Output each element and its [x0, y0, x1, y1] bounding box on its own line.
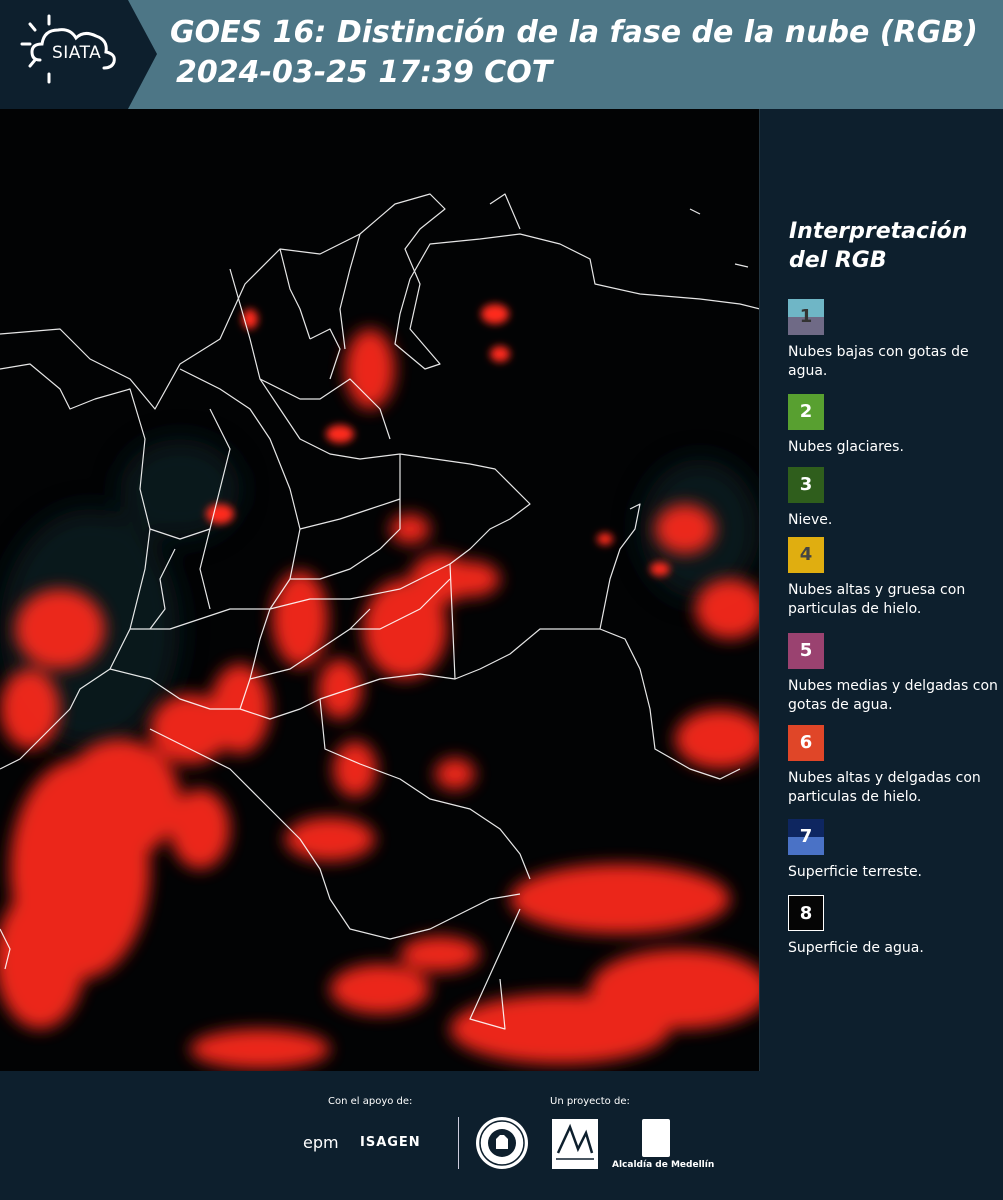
legend-label: Nieve.: [788, 512, 833, 528]
epm-logo: epm: [303, 1133, 339, 1152]
legend-label: Nubes altas y delgadas con particulas de…: [788, 770, 981, 805]
logo-text: SIATA: [52, 43, 102, 63]
legend-number: 8: [799, 903, 813, 924]
legend-swatch: 1: [788, 299, 824, 335]
legend-item-7: 7 Superficie terreste.: [788, 819, 998, 882]
legend-number: 2: [799, 401, 813, 422]
legend-number: 4: [799, 544, 813, 565]
isagen-logo: ISAGEN: [360, 1135, 421, 1150]
legend-number: 5: [799, 640, 813, 661]
satellite-map: [0, 109, 760, 1071]
legend-number: 6: [799, 732, 813, 753]
page-title: GOES 16: Distinción de la fase de la nub…: [170, 15, 978, 50]
legend-swatch: 7: [788, 819, 824, 855]
area-metropolitana-logo: [552, 1119, 598, 1169]
legend-number: 1: [799, 306, 813, 327]
legend-swatch: 8: [788, 895, 824, 931]
legend-item-6: 6 Nubes altas y delgadas con particulas …: [788, 725, 998, 807]
legend-item-2: 2 Nubes glaciares.: [788, 394, 998, 457]
legend-swatch: 2: [788, 394, 824, 430]
legend-label: Nubes bajas con gotas de agua.: [788, 344, 969, 379]
legend-label: Superficie de agua.: [788, 940, 924, 956]
siata-logo: SIATA: [0, 0, 157, 109]
legend-item-3: 3 Nieve.: [788, 467, 998, 530]
legend-swatch: 6: [788, 725, 824, 761]
medellin-label: Alcaldía de Medellín: [612, 1160, 715, 1170]
legend-title: Interpretación del RGB: [789, 219, 968, 273]
university-seal-icon: [476, 1117, 528, 1169]
legend-panel: Interpretación del RGB 1 Nubes bajas con…: [760, 109, 1003, 1071]
support-label: Con el apoyo de:: [328, 1096, 413, 1107]
legend-item-5: 5 Nubes medias y delgadas con gotas de a…: [788, 633, 998, 715]
project-label: Un proyecto de:: [550, 1096, 630, 1107]
legend-number: 3: [799, 474, 813, 495]
legend-label: Nubes medias y delgadas con gotas de agu…: [788, 678, 998, 713]
footer-divider: [458, 1117, 459, 1169]
header-bar: SIATA GOES 16: Distinción de la fase de …: [0, 0, 1003, 109]
page-subtitle: 2024-03-25 17:39 COT: [176, 55, 553, 90]
legend-item-4: 4 Nubes altas y gruesa con particulas de…: [788, 537, 998, 619]
rgb-satellite-image: [0, 109, 759, 1071]
legend-label: Nubes altas y gruesa con particulas de h…: [788, 582, 966, 617]
legend-label: Superficie terreste.: [788, 864, 923, 880]
legend-swatch: 5: [788, 633, 824, 669]
legend-swatch: 3: [788, 467, 824, 503]
medellin-shield-icon: [642, 1119, 670, 1157]
legend-label: Nubes glaciares.: [788, 439, 904, 455]
legend-item-1: 1 Nubes bajas con gotas de agua.: [788, 299, 998, 381]
footer: Con el apoyo de: Un proyecto de: epm ISA…: [0, 1071, 1003, 1200]
legend-item-8: 8 Superficie de agua.: [788, 895, 998, 958]
legend-swatch: 4: [788, 537, 824, 573]
legend-number: 7: [799, 826, 813, 847]
